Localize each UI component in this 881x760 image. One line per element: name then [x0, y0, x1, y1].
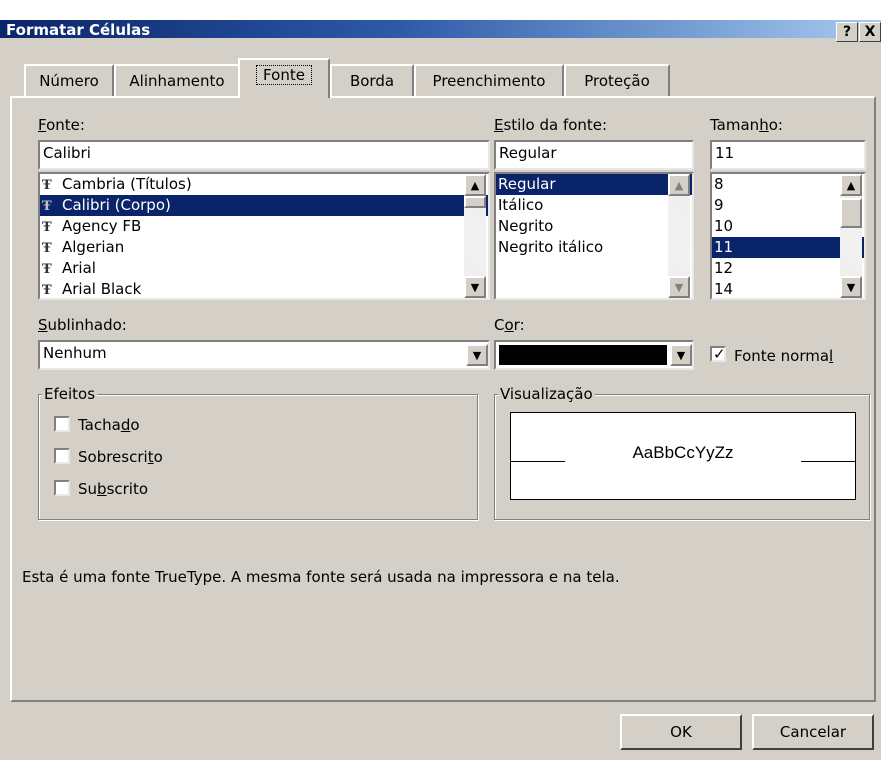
list-item-label: Itálico — [498, 196, 544, 214]
list-item[interactable]: Ŧ Agency FB — [40, 216, 488, 237]
underline-label: Sublinhado: — [38, 316, 127, 334]
font-style-label: Estilo da fonte: — [494, 116, 608, 134]
color-swatch — [499, 345, 667, 365]
list-item-label: Agency FB — [62, 217, 142, 235]
normal-font-label: Fonte normal — [734, 347, 834, 365]
font-size-label: Tamanho: — [710, 116, 783, 134]
scroll-up-icon[interactable]: ▲ — [840, 174, 862, 196]
cancel-button[interactable]: Cancelar — [752, 714, 874, 750]
scroll-up-icon[interactable]: ▲ — [668, 174, 690, 196]
list-item-label: Calibri (Corpo) — [62, 196, 171, 214]
tab-fill[interactable]: Preenchimento — [414, 64, 564, 96]
font-size-input[interactable]: 11 — [710, 140, 866, 170]
list-item[interactable]: Ŧ Arial — [40, 258, 488, 279]
font-style-list[interactable]: Regular Itálico Negrito Negrito itálico ▲ ▼ — [494, 172, 694, 300]
tab-protection[interactable]: Proteção — [564, 64, 670, 96]
list-item[interactable]: Ŧ Arial Black — [40, 279, 488, 298]
list-item[interactable]: Ŧ Calibri (Corpo) — [40, 195, 488, 216]
truetype-icon: Ŧ — [42, 241, 52, 256]
truetype-icon: Ŧ — [42, 262, 52, 277]
font-size-list[interactable]: 8 9 10 11 12 14 ▲ ▼ — [710, 172, 866, 300]
help-button[interactable]: ? — [836, 22, 858, 42]
font-style-input[interactable]: Regular — [494, 140, 694, 170]
style-list-scrollbar[interactable]: ▲ ▼ — [668, 174, 690, 298]
preview-sample: AaBbCcYyZz — [632, 443, 734, 462]
subscript-label: Subscrito — [78, 480, 149, 498]
close-button[interactable]: X — [859, 22, 881, 42]
scroll-up-icon[interactable]: ▲ — [464, 174, 486, 196]
tab-border[interactable]: Borda — [330, 64, 414, 96]
list-item-label: Cambria (Títulos) — [62, 175, 192, 193]
scroll-down-icon[interactable]: ▼ — [668, 276, 690, 298]
check-icon: ✓ — [713, 345, 726, 363]
chevron-down-icon[interactable]: ▼ — [670, 344, 692, 366]
list-item-label: 10 — [714, 217, 734, 235]
superscript-label: Sobrescrito — [78, 448, 163, 466]
list-item-label: Algerian — [62, 238, 125, 256]
format-cells-dialog: Formatar Células ? X Número Alinhamento … — [0, 0, 881, 760]
font-list[interactable]: Ŧ Cambria (Títulos) Ŧ Calibri (Corpo) Ŧ Agenc… — [38, 172, 490, 300]
font-label: Fonte: — [38, 116, 85, 134]
list-item[interactable]: Negrito — [496, 216, 692, 237]
color-label: Cor: — [494, 316, 525, 334]
chevron-down-icon[interactable]: ▼ — [466, 344, 488, 366]
list-item[interactable]: Regular — [496, 174, 692, 195]
list-item[interactable]: Ŧ Cambria (Títulos) — [40, 174, 488, 195]
normal-font-checkbox[interactable]: ✓ — [710, 345, 726, 363]
strikethrough-label: Tachado — [78, 416, 140, 434]
list-item-label: 12 — [714, 259, 734, 277]
list-item-label: 8 — [714, 175, 724, 193]
list-item[interactable]: Ŧ Algerian — [40, 237, 488, 258]
list-item-label: Negrito itálico — [498, 238, 604, 256]
scroll-thumb[interactable] — [840, 198, 862, 228]
list-item-label: 11 — [714, 238, 734, 256]
size-list-scrollbar[interactable]: ▲ ▼ — [840, 174, 862, 298]
ok-button[interactable]: OK — [620, 714, 742, 750]
list-item-label: Regular — [498, 175, 556, 193]
superscript-checkbox[interactable] — [54, 448, 70, 464]
list-item-label: 14 — [714, 280, 734, 298]
tab-alignment[interactable]: Alinhamento — [114, 64, 240, 96]
list-item[interactable]: Itálico — [496, 195, 692, 216]
truetype-icon: Ŧ — [42, 178, 52, 193]
subscript-checkbox[interactable] — [54, 480, 70, 496]
strikethrough-checkbox[interactable] — [54, 416, 70, 432]
tab-font[interactable]: Fonte — [238, 58, 330, 98]
preview-legend: Visualização — [498, 385, 595, 403]
list-item[interactable]: Negrito itálico — [496, 237, 692, 258]
scroll-thumb[interactable] — [464, 196, 486, 208]
preview-box: AaBbCcYyZz — [510, 412, 856, 500]
truetype-icon: Ŧ — [42, 283, 52, 298]
underline-value: Nenhum — [43, 344, 107, 362]
font-list-scrollbar[interactable]: ▲ ▼ — [464, 174, 486, 298]
list-item-label: Arial Black — [62, 280, 142, 298]
dialog-title: Formatar Células — [6, 21, 151, 39]
scroll-down-icon[interactable]: ▼ — [840, 276, 862, 298]
font-name-input[interactable]: Calibri — [38, 140, 490, 170]
top-margin — [0, 0, 881, 20]
list-item-label: Arial — [62, 259, 96, 277]
list-item-label: Negrito — [498, 217, 554, 235]
scroll-down-icon[interactable]: ▼ — [464, 276, 486, 298]
font-tab-panel: Fonte: Calibri Ŧ Cambria (Títulos) Ŧ Calibr… — [10, 96, 876, 702]
underline-select[interactable]: Nenhum — [38, 340, 490, 370]
list-item-label: 9 — [714, 196, 724, 214]
tab-number[interactable]: Número — [24, 64, 114, 96]
color-select[interactable] — [494, 340, 694, 370]
info-text: Esta é uma fonte TrueType. A mesma fonte… — [22, 568, 620, 586]
truetype-icon: Ŧ — [42, 199, 52, 214]
truetype-icon: Ŧ — [42, 220, 52, 235]
effects-legend: Efeitos — [42, 385, 98, 403]
